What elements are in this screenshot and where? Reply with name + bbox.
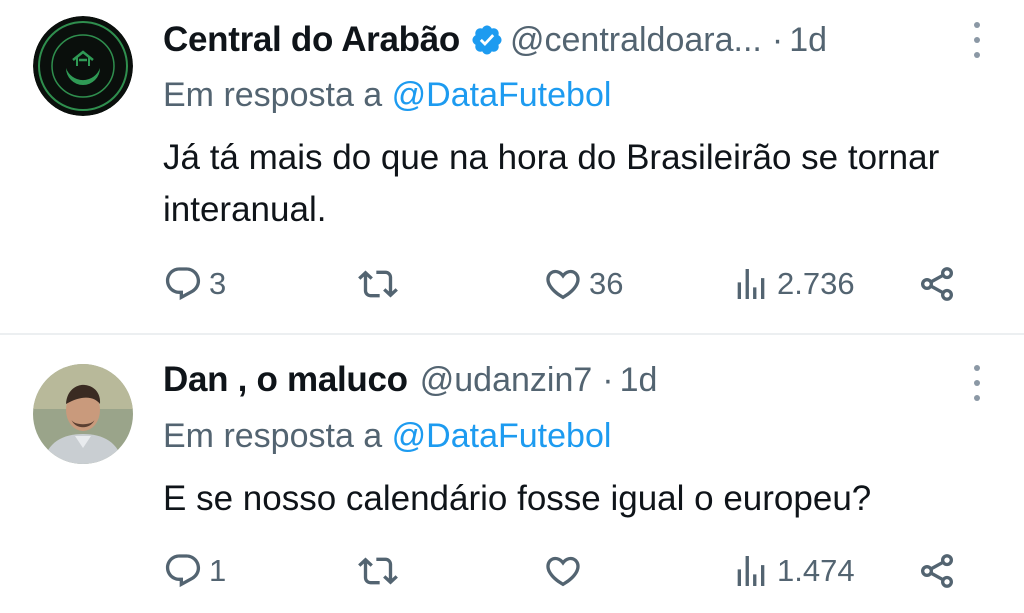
views-button[interactable]: 2.736 [731, 262, 855, 306]
heart-icon [546, 269, 580, 300]
heart-icon [546, 556, 580, 587]
timestamp[interactable]: 1d [620, 361, 658, 400]
reply-prefix: Em resposta a [163, 76, 383, 114]
avatar[interactable] [33, 364, 133, 464]
like-button[interactable]: 36 [543, 262, 623, 306]
separator-dot: · [602, 360, 614, 399]
author-name[interactable]: Central do Arabão [163, 20, 460, 60]
reply-mention-link[interactable]: @DataFutebol [392, 76, 612, 114]
views-icon [737, 269, 765, 299]
share-button[interactable] [917, 549, 957, 593]
reply-context: Em resposta a @DataFutebol [163, 417, 611, 456]
like-count: 36 [589, 266, 624, 301]
share-icon [921, 554, 953, 588]
tweet[interactable]: Dan , o maluco @udanzin7 · 1d Em respost… [0, 335, 1024, 613]
central-do-arabao-logo [33, 16, 133, 116]
retweet-icon [358, 270, 398, 298]
author-name[interactable]: Dan , o maluco [163, 360, 408, 400]
views-button[interactable]: 1.474 [731, 549, 855, 593]
retweet-button[interactable] [358, 262, 404, 306]
reply-count: 3 [209, 266, 227, 301]
like-button[interactable] [543, 549, 589, 593]
tweet-text: E se nosso calendário fosse igual o euro… [163, 479, 872, 518]
reply-icon [165, 554, 201, 588]
share-button[interactable] [917, 262, 957, 306]
tweet-header: Dan , o maluco @udanzin7 · 1d [163, 358, 657, 402]
tweet-header: Central do Arabão @centraldoara... · 1d [163, 18, 827, 62]
reply-count: 1 [209, 553, 227, 588]
reply-icon [165, 267, 201, 301]
avatar[interactable] [33, 16, 133, 116]
reply-button[interactable]: 1 [163, 549, 226, 593]
retweet-button[interactable] [358, 549, 404, 593]
reply-context: Em resposta a @DataFutebol [163, 76, 611, 115]
tweet-actions: 3 36 2.736 [163, 262, 963, 306]
reply-mention-link[interactable]: @DataFutebol [392, 417, 612, 455]
views-icon [737, 556, 765, 586]
reply-button[interactable]: 3 [163, 262, 226, 306]
separator-dot: · [771, 20, 784, 59]
author-handle[interactable]: @centraldoara... [510, 21, 762, 60]
reply-prefix: Em resposta a [163, 417, 383, 455]
view-count: 2.736 [777, 266, 855, 301]
timestamp[interactable]: 1d [789, 21, 827, 60]
verified-badge-icon [470, 23, 504, 57]
more-vertical-icon[interactable] [972, 365, 982, 401]
profile-photo [33, 364, 133, 464]
tweet-actions: 1 1.474 [163, 549, 963, 593]
tweet-text: Já tá mais do que na hora do Brasileirão… [163, 138, 940, 229]
share-icon [921, 267, 953, 301]
retweet-icon [358, 557, 398, 585]
view-count: 1.474 [777, 553, 855, 588]
author-handle[interactable]: @udanzin7 [420, 361, 593, 400]
more-vertical-icon[interactable] [972, 22, 982, 58]
tweet[interactable]: Central do Arabão @centraldoara... · 1d … [0, 0, 1024, 333]
